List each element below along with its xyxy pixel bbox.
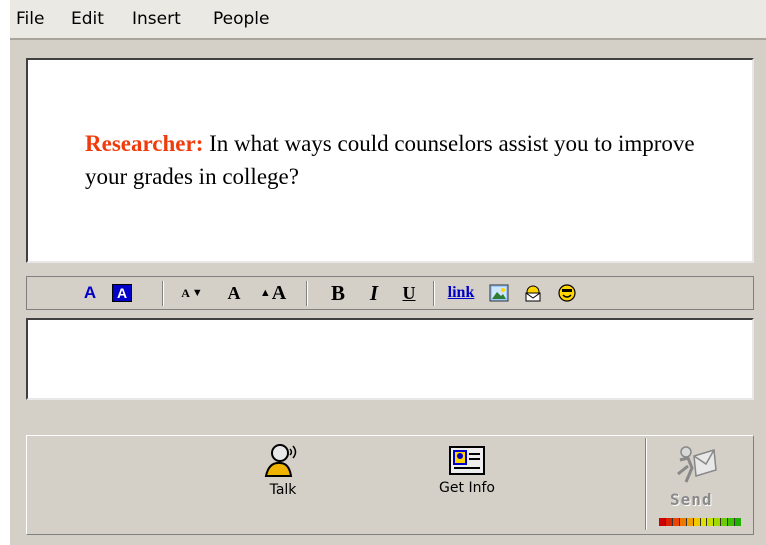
emoticon-button[interactable]	[555, 281, 579, 305]
arrow-up-icon: ▲	[259, 287, 271, 299]
smiley-icon	[558, 284, 576, 302]
text-color-button[interactable]: A	[79, 281, 101, 305]
insert-link-button[interactable]: link	[443, 281, 479, 305]
menu-edit[interactable]: Edit	[71, 9, 104, 29]
format-toolbar: A A A ▼ A ▲ A B I U link	[26, 276, 754, 310]
action-bar: Talk Get Info Send	[26, 435, 754, 535]
message: Researcher: In what ways could counselor…	[85, 127, 725, 193]
send-envelope-icon	[677, 446, 717, 483]
email-icon	[525, 285, 541, 302]
menu-insert[interactable]: Insert	[132, 9, 181, 29]
menu-bar: File Edit Insert People	[10, 0, 766, 40]
id-card-icon	[449, 446, 485, 475]
image-icon	[489, 284, 509, 302]
arrow-down-icon: ▼	[191, 287, 203, 299]
conversation-pane[interactable]: Researcher: In what ways could counselor…	[26, 58, 754, 263]
talk-person-icon	[264, 444, 297, 477]
menu-file[interactable]: File	[16, 9, 44, 29]
send-button[interactable]: Send	[645, 438, 750, 530]
normal-font-button[interactable]: A	[223, 281, 245, 305]
get-info-button[interactable]: Get Info	[417, 440, 517, 528]
insert-image-button[interactable]	[487, 281, 511, 305]
send-label: Send	[670, 490, 713, 509]
talk-label: Talk	[269, 482, 297, 498]
menu-people[interactable]: People	[213, 9, 269, 29]
highlight-icon: A	[112, 284, 132, 302]
bold-button[interactable]: B	[328, 281, 348, 305]
smaller-font-button[interactable]: A ▼	[177, 281, 207, 305]
toolbar-separator	[306, 281, 308, 306]
messenger-window: File Edit Insert People Researcher: In w…	[10, 0, 766, 545]
message-speaker: Researcher:	[85, 131, 204, 156]
get-info-label: Get Info	[439, 480, 495, 496]
typing-meter	[659, 518, 742, 526]
message-input[interactable]	[26, 318, 754, 400]
toolbar-separator	[162, 281, 164, 306]
larger-font-label: A	[271, 281, 287, 304]
smaller-font-label: A	[181, 285, 190, 300]
toolbar-separator	[433, 281, 435, 306]
underline-button[interactable]: U	[399, 281, 419, 305]
larger-font-button[interactable]: ▲ A	[258, 281, 288, 305]
highlight-color-button[interactable]: A	[111, 281, 133, 305]
email-button[interactable]	[521, 281, 545, 305]
italic-button[interactable]: I	[364, 281, 384, 305]
talk-button[interactable]: Talk	[233, 440, 333, 528]
